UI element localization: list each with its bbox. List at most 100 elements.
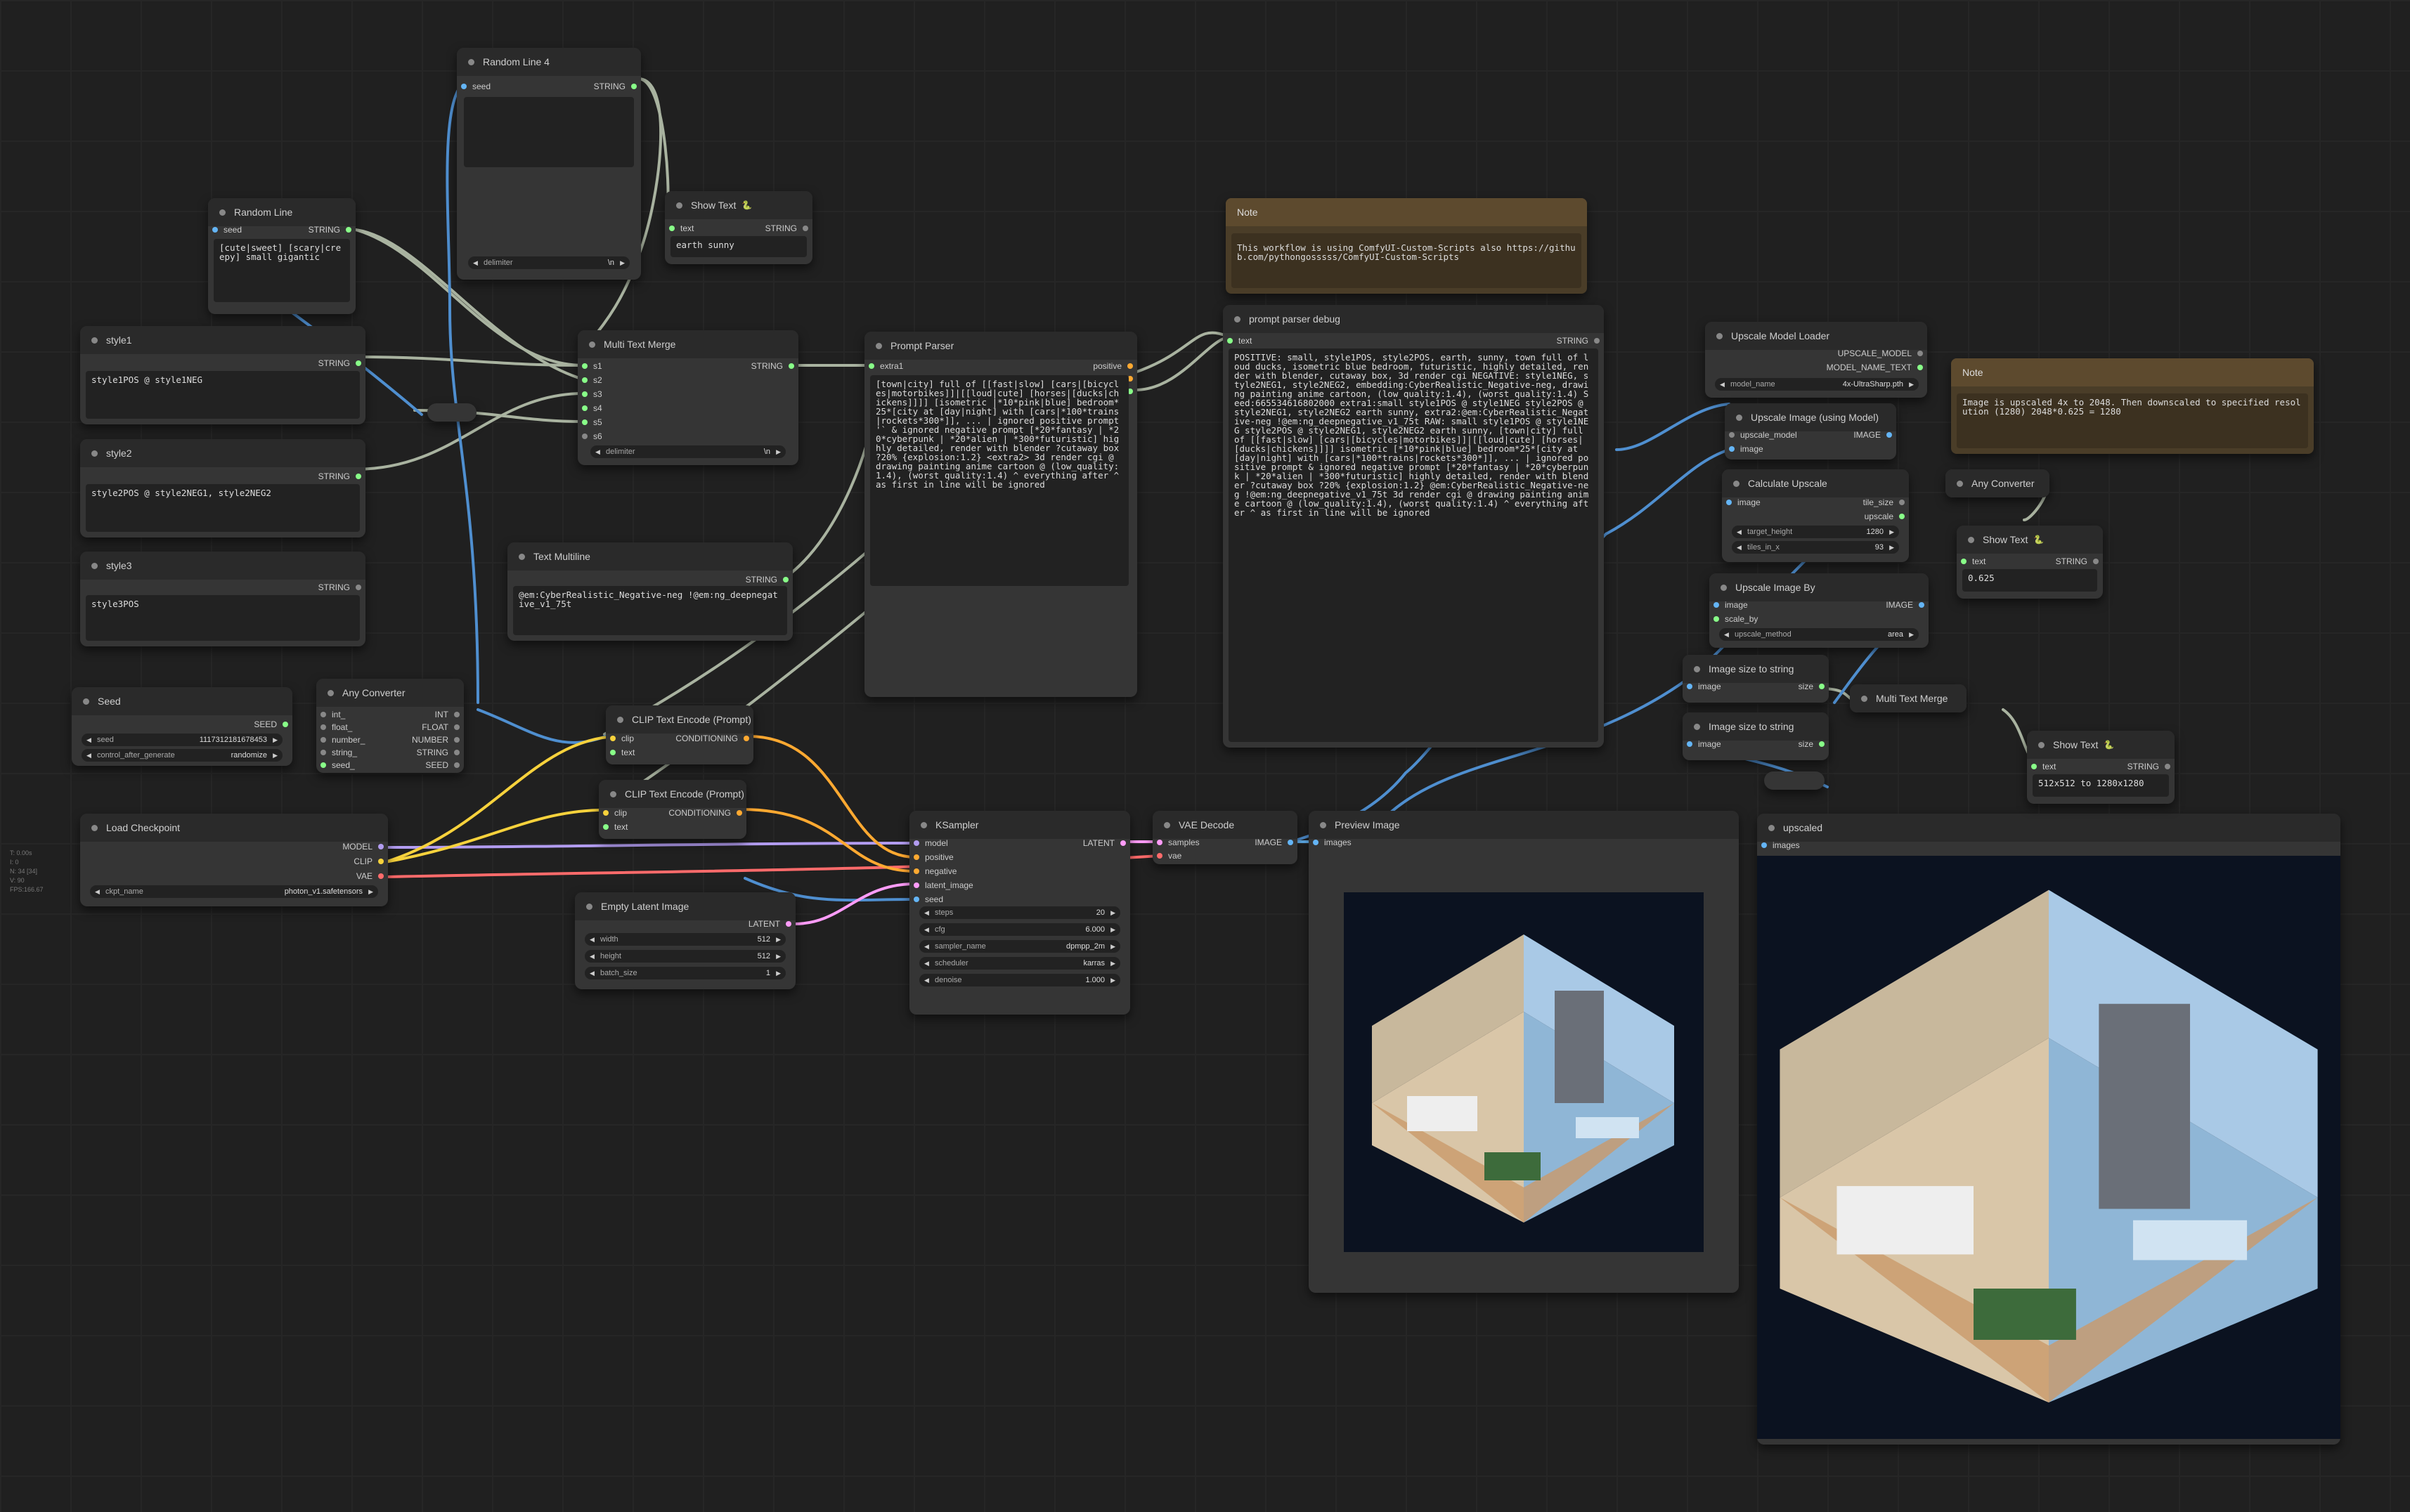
seed-widget[interactable]: seed1117312181678453 (82, 734, 283, 746)
number-input-port[interactable]: number_ (318, 734, 365, 746)
note-node[interactable]: Note This workflow is using ComfyUI-Cust… (1226, 198, 1587, 294)
string-output-port[interactable]: STRING (318, 470, 364, 483)
calculate-upscale-node[interactable]: Calculate Upscale image tile_size upscal… (1722, 469, 1909, 562)
string-output-port[interactable]: STRING (765, 222, 811, 235)
s4-input-port[interactable]: s4 (579, 402, 602, 415)
show-text-node[interactable]: Show Text 🐍 text STRING 512x512 to 1280x1… (2027, 731, 2175, 804)
style1-node[interactable]: style1 STRING style1POS @ style1NEG (80, 326, 365, 424)
scale-by-input-port[interactable]: scale_by (1711, 613, 1758, 625)
cfg-widget[interactable]: cfg6.000 (919, 923, 1120, 936)
float-input-port[interactable]: float_ (318, 721, 352, 734)
multi-text-merge-node[interactable]: Multi Text Merge s1 s2 s3 s4 s5 s6 STRIN… (578, 330, 798, 465)
show-text-node[interactable]: Show Text 🐍 text STRING earth sunny (665, 191, 812, 264)
batch-size-widget[interactable]: batch_size1 (585, 967, 786, 979)
node-title[interactable]: Upscale Image By (1709, 573, 1929, 601)
preview-image-node[interactable]: Preview Image images (1309, 811, 1739, 1293)
clip-output-port[interactable]: CLIP (354, 855, 387, 868)
vae-input-port[interactable]: vae (1154, 849, 1181, 862)
text-area[interactable] (464, 97, 634, 167)
text-area[interactable]: [town|city] full of [[fast|slow] [cars|[… (870, 375, 1129, 586)
node-title[interactable]: Show Text 🐍 (665, 191, 812, 219)
s5-input-port[interactable]: s5 (579, 416, 602, 429)
number-output-port[interactable]: NUMBER (412, 734, 462, 746)
prompt-parser-node[interactable]: Prompt Parser extra1 positive negative d… (864, 332, 1137, 697)
model-name-widget[interactable]: model_name4x-UltraSharp.pth (1715, 378, 1919, 391)
positive-input-port[interactable]: positive (911, 851, 954, 863)
ksampler-node[interactable]: KSampler model positive negative latent_… (909, 811, 1130, 1015)
tile-size-output-port[interactable]: tile_size (1863, 496, 1907, 509)
upscaled-node[interactable]: upscaled images (1757, 814, 2340, 1445)
node-title[interactable]: Show Text 🐍 (1957, 526, 2103, 554)
upscale-image-using-model-node[interactable]: Upscale Image (using Model) upscale_mode… (1725, 403, 1896, 460)
reroute-node[interactable] (427, 403, 477, 422)
string-output-port[interactable]: STRING (318, 581, 364, 594)
clip-text-encode-node[interactable]: CLIP Text Encode (Prompt) clip text COND… (599, 780, 746, 839)
size-output-port[interactable]: size (1799, 680, 1827, 693)
any-converter-node[interactable]: Any Converter int_ float_ number_ string… (316, 679, 464, 773)
node-title[interactable]: Random Line (208, 198, 356, 226)
node-title[interactable]: Note (1226, 198, 1587, 226)
image-input-port[interactable]: image (1726, 443, 1763, 455)
seed-node[interactable]: Seed SEED seed1117312181678453 control_a… (72, 687, 292, 766)
node-title[interactable]: Preview Image (1309, 811, 1739, 839)
clip-text-encode-node[interactable]: CLIP Text Encode (Prompt) clip text COND… (606, 705, 753, 764)
style3-node[interactable]: style3 STRING style3POS (80, 552, 365, 646)
node-title[interactable]: Text Multiline (507, 542, 793, 571)
node-title[interactable]: style2 (80, 439, 365, 467)
image-input-port[interactable]: image (1684, 738, 1721, 750)
load-checkpoint-node[interactable]: Load Checkpoint MODEL CLIP VAE ckpt_name… (80, 814, 388, 906)
note-node[interactable]: Note Image is upscaled 4x to 2048. Then … (1951, 358, 2314, 454)
node-title[interactable]: Multi Text Merge (578, 330, 798, 358)
image-output-port[interactable]: IMAGE (1886, 599, 1927, 611)
text-area[interactable]: style2POS @ style2NEG1, style2NEG2 (86, 484, 360, 532)
text-area[interactable]: [cute|sweet] [scary|creepy] small gigant… (214, 239, 350, 302)
control-after-generate-widget[interactable]: control_after_generaterandomize (82, 749, 283, 762)
model-input-port[interactable]: model (911, 837, 948, 849)
image-size-to-string-node[interactable]: Image size to string image size (1683, 712, 1829, 760)
scheduler-widget[interactable]: schedulerkarras (919, 957, 1120, 970)
image-output-port[interactable]: IMAGE (1853, 429, 1895, 441)
string-output-port[interactable]: STRING (751, 360, 797, 372)
conditioning-output-port[interactable]: CONDITIONING (675, 732, 752, 745)
reroute-node[interactable] (1764, 771, 1825, 790)
image-size-to-string-node[interactable]: Image size to string image size (1683, 655, 1829, 703)
text-area[interactable]: @em:CyberRealistic_Negative-neg !@em:ng_… (513, 586, 787, 635)
sampler-name-widget[interactable]: sampler_namedpmpp_2m (919, 940, 1120, 953)
note-text[interactable]: Image is upscaled 4x to 2048. Then downs… (1957, 393, 2308, 448)
string-output-port[interactable]: STRING (318, 357, 364, 370)
image-input-port[interactable]: image (1723, 496, 1761, 509)
random-line-4-node[interactable]: Random Line 4 seed STRING delimiter\n (457, 48, 641, 280)
int-input-port[interactable]: int_ (318, 708, 345, 721)
latent-output-port[interactable]: LATENT (1083, 837, 1129, 849)
clip-input-port[interactable]: clip (600, 807, 627, 819)
node-title[interactable]: Show Text 🐍 (2027, 731, 2175, 759)
conditioning-output-port[interactable]: CONDITIONING (668, 807, 745, 819)
vae-decode-node[interactable]: VAE Decode samples vae IMAGE (1153, 811, 1297, 864)
string-output-port[interactable]: STRING (2127, 760, 2173, 773)
int-output-port[interactable]: INT (435, 708, 462, 721)
upscale-image-by-node[interactable]: Upscale Image By image scale_by IMAGE up… (1709, 573, 1929, 648)
seed-input-port[interactable]: seed_ (318, 759, 355, 771)
clip-input-port[interactable]: clip (607, 732, 634, 745)
text-input-port[interactable]: text (2028, 760, 2056, 773)
node-title[interactable]: style1 (80, 326, 365, 354)
delimiter-widget[interactable]: delimiter\n (590, 445, 786, 458)
node-title[interactable]: Prompt Parser (864, 332, 1137, 360)
target-height-widget[interactable]: target_height1280 (1732, 526, 1899, 538)
upscale-model-input-port[interactable]: upscale_model (1726, 429, 1797, 441)
steps-widget[interactable]: steps20 (919, 906, 1120, 919)
node-title[interactable]: Load Checkpoint (80, 814, 388, 842)
note-text[interactable]: This workflow is using ComfyUI-Custom-Sc… (1231, 233, 1581, 288)
s2-input-port[interactable]: s2 (579, 374, 602, 386)
string-output-port[interactable]: STRING (594, 80, 640, 93)
node-title[interactable]: Upscale Model Loader (1705, 322, 1927, 350)
node-title[interactable]: style3 (80, 552, 365, 580)
random-line-node[interactable]: Random Line seed STRING [cute|sweet] [sc… (208, 198, 356, 314)
node-title[interactable]: Note (1951, 358, 2314, 386)
text-input-port[interactable]: text (1958, 555, 1985, 568)
any-converter-collapsed-node[interactable]: Any Converter (1945, 469, 2049, 497)
node-title[interactable]: Calculate Upscale (1722, 469, 1909, 497)
style2-node[interactable]: style2 STRING style2POS @ style2NEG1, st… (80, 439, 365, 537)
node-title[interactable]: Any Converter (1945, 469, 2049, 497)
upscale-output-port[interactable]: upscale (1865, 510, 1907, 523)
